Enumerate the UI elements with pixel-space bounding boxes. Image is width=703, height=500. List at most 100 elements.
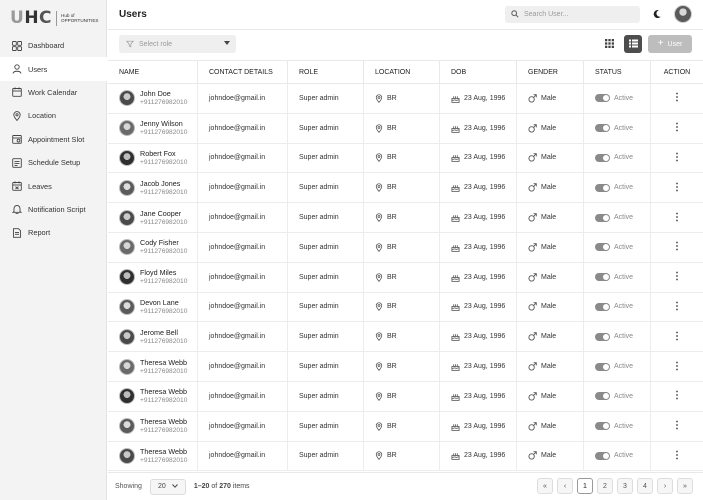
prev-page-button[interactable]: ‹ <box>557 478 573 494</box>
cake-icon <box>451 392 460 401</box>
more-options-icon[interactable]: ⋮ <box>672 272 682 282</box>
user-phone: +911276982010 <box>140 158 188 166</box>
email-cell: johndoe@gmail.in <box>198 143 288 173</box>
table-row[interactable]: Cody Fisher +911276982010 johndoe@gmail.in… <box>108 232 703 263</box>
sidebar-item-report[interactable]: Report <box>0 221 107 244</box>
more-options-icon[interactable]: ⋮ <box>672 152 682 163</box>
more-options-icon[interactable]: ⋮ <box>672 391 682 401</box>
table-row[interactable]: Jane Cooper +911276982010 johndoe@gmail.in… <box>108 203 703 233</box>
table-row[interactable]: Jerome Bell +911276982010 johndoe@gmail.in… <box>108 322 703 353</box>
user-avatar[interactable] <box>674 5 692 23</box>
more-options-icon[interactable]: ⋮ <box>672 331 682 342</box>
page-button-1[interactable]: 1 <box>577 478 593 494</box>
table-row[interactable]: John Doe +911276982010 johndoe@gmail.in Sup… <box>108 84 703 114</box>
add-user-button[interactable]: + User <box>648 35 692 53</box>
role-cell: Super admin <box>288 411 364 441</box>
table-row[interactable]: Devon Lane +911276982010 johndoe@gmail.in S… <box>108 292 703 323</box>
table-row[interactable]: Theresa Webb +911276982010 johndoe@gmail.i… <box>108 381 703 412</box>
select-role-dropdown[interactable]: Select role <box>119 35 236 53</box>
dob-cell: 23 Aug, 1996 <box>440 322 517 352</box>
status-toggle[interactable] <box>595 153 610 162</box>
dashboard-icon <box>12 40 22 51</box>
location-pin-icon <box>375 332 383 342</box>
role-cell: Super admin <box>288 173 364 203</box>
location-pin-icon <box>375 213 383 223</box>
dob-cell: 23 Aug, 1996 <box>440 292 517 322</box>
more-options-icon[interactable]: ⋮ <box>672 93 682 103</box>
leaves-icon <box>12 181 22 191</box>
list-view-button[interactable] <box>624 35 642 53</box>
more-options-icon[interactable]: ⋮ <box>672 182 682 193</box>
status-toggle[interactable] <box>595 124 610 133</box>
page-number: 4 <box>643 482 647 490</box>
status-text: Active <box>614 422 634 430</box>
status-toggle[interactable] <box>595 451 610 460</box>
table-row[interactable]: Theresa Webb +911276982010 johndoe@gmail.i… <box>108 441 703 472</box>
male-icon <box>528 421 537 431</box>
page-button-3[interactable]: 3 <box>617 478 633 494</box>
dob-value: 23 Aug, 1996 <box>464 184 506 192</box>
table-row[interactable]: Jenny Wilson +911276982010 johndoe@gmail.i… <box>108 113 703 144</box>
dob-cell: 23 Aug, 1996 <box>440 143 517 173</box>
sidebar-item-work-calendar[interactable]: Work Calendar <box>0 81 107 104</box>
user-phone: +911276982010 <box>140 337 188 345</box>
status-text: Active <box>614 214 634 222</box>
page-number: 3 <box>623 482 627 490</box>
sidebar-item-users[interactable]: Users <box>0 57 107 81</box>
table-row[interactable]: Theresa Webb +911276982010 johndoe@gmail.i… <box>108 411 703 442</box>
more-options-icon[interactable]: ⋮ <box>672 212 682 223</box>
sidebar-item-notification-script[interactable]: Notification Script <box>0 198 107 221</box>
table-row[interactable]: Jacob Jones +911276982010 johndoe@gmail.in… <box>108 173 703 204</box>
status-toggle[interactable] <box>595 243 610 252</box>
sidebar-item-schedule-setup[interactable]: Schedule Setup <box>0 151 107 174</box>
theme-toggle-button[interactable] <box>647 5 667 25</box>
user-name: Theresa Webb <box>140 387 188 397</box>
sidebar-item-location[interactable]: Location <box>0 104 107 127</box>
email-cell: johndoe@gmail.in <box>198 262 288 292</box>
more-options-icon[interactable]: ⋮ <box>672 361 682 372</box>
status-text: Active <box>614 243 634 251</box>
name-cell: Theresa Webb +911276982010 <box>108 441 198 471</box>
table-row[interactable]: Floyd Miles +911276982010 johndoe@gmail.in… <box>108 262 703 293</box>
status-toggle[interactable] <box>595 362 610 371</box>
role-cell: Super admin <box>288 322 364 352</box>
per-page-select[interactable]: 20 <box>149 478 186 495</box>
status-toggle[interactable] <box>595 422 610 431</box>
page-button-4[interactable]: 4 <box>637 478 653 494</box>
status-toggle[interactable] <box>595 213 610 222</box>
status-toggle[interactable] <box>595 302 610 311</box>
location-cell: BR <box>364 173 440 203</box>
filter-icon <box>126 40 134 48</box>
more-options-icon[interactable]: ⋮ <box>672 301 682 312</box>
status-toggle[interactable] <box>595 94 610 103</box>
user-name: Theresa Webb <box>140 417 188 427</box>
table-row[interactable]: Robert Fox +911276982010 johndoe@gmail.in S… <box>108 143 703 174</box>
status-cell: Active <box>584 441 651 471</box>
dob-value: 23 Aug, 1996 <box>464 124 506 132</box>
page-button-2[interactable]: 2 <box>597 478 613 494</box>
first-page-button[interactable]: « <box>537 478 553 494</box>
more-options-icon[interactable]: ⋮ <box>672 421 682 431</box>
action-cell: ⋮ <box>651 382 703 411</box>
more-options-icon[interactable]: ⋮ <box>672 450 682 461</box>
brand-logo[interactable]: UHC Hub of OPPORTUNITIES <box>10 8 109 28</box>
sidebar-item-appointment-slot[interactable]: Appointment Slot <box>0 128 107 151</box>
status-toggle[interactable] <box>595 392 610 401</box>
list-icon <box>628 39 638 50</box>
last-page-button[interactable]: » <box>677 478 693 494</box>
table-row[interactable]: Theresa Webb +911276982010 johndoe@gmail.i… <box>108 352 703 382</box>
location-pin-icon <box>375 124 383 133</box>
search-input[interactable]: Search User... <box>505 6 640 23</box>
sidebar-item-leaves[interactable]: Leaves <box>0 174 107 197</box>
location-pin-icon <box>375 183 383 193</box>
grid-view-button[interactable] <box>600 35 618 53</box>
status-toggle[interactable] <box>595 332 610 341</box>
more-options-icon[interactable]: ⋮ <box>672 242 682 252</box>
status-toggle[interactable] <box>595 273 610 282</box>
sidebar-item-dashboard[interactable]: Dashboard <box>0 34 107 57</box>
column-header-location: LOCATION <box>364 61 440 83</box>
avatar <box>119 120 135 137</box>
status-toggle[interactable] <box>595 183 610 192</box>
more-options-icon[interactable]: ⋮ <box>672 123 682 133</box>
next-page-button[interactable]: › <box>657 478 673 494</box>
